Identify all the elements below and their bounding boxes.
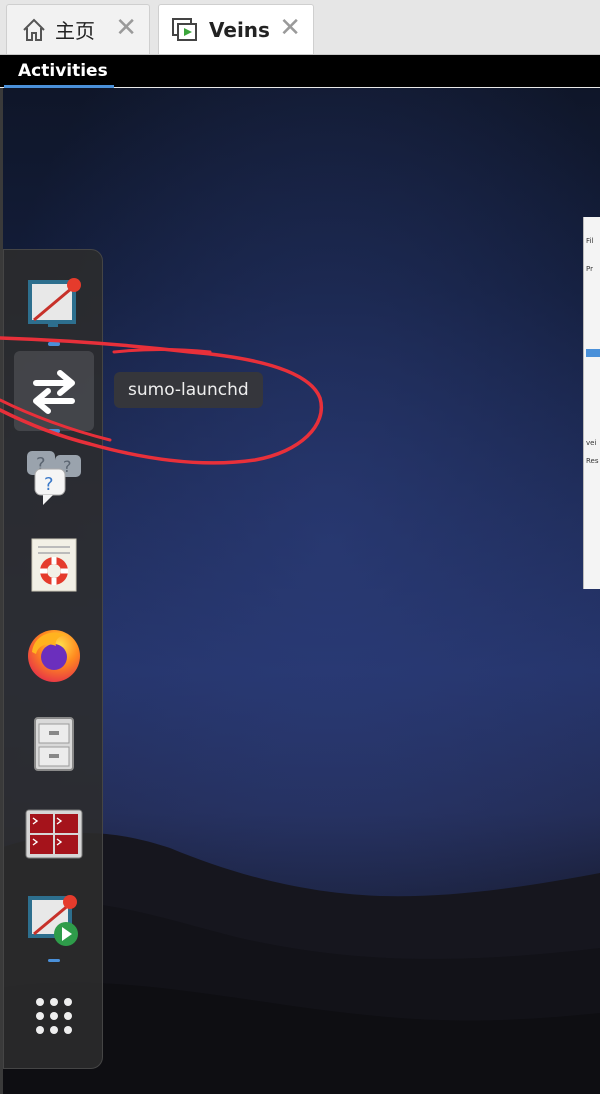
window-text-fragment: Res bbox=[586, 457, 599, 465]
dock-item-firefox[interactable] bbox=[14, 614, 94, 694]
exchange-arrows-icon bbox=[33, 370, 75, 414]
dock-item-help[interactable]: ? ? ? bbox=[14, 438, 94, 518]
close-icon[interactable]: ✕ bbox=[279, 13, 301, 43]
running-indicator bbox=[48, 342, 60, 346]
close-icon[interactable]: ✕ bbox=[115, 13, 137, 43]
home-icon bbox=[23, 18, 45, 41]
dock-item-omnet-ide[interactable] bbox=[14, 264, 94, 346]
tab-veins-label: Veins bbox=[209, 17, 270, 42]
running-indicator bbox=[48, 959, 60, 962]
dock: ? ? ? bbox=[3, 249, 103, 1069]
dock-item-terminal[interactable] bbox=[14, 794, 94, 874]
firefox-icon bbox=[28, 630, 80, 682]
dock-tooltip: sumo-launchd bbox=[114, 372, 263, 408]
dock-item-sumo-launchd[interactable] bbox=[14, 351, 94, 433]
dock-item-lifebuoy[interactable] bbox=[14, 525, 94, 605]
gnome-top-bar: Activities bbox=[0, 55, 600, 87]
window-text-fragment: Fil bbox=[586, 237, 594, 245]
app-grid-icon bbox=[36, 998, 72, 1034]
activities-button[interactable]: Activities bbox=[4, 55, 122, 87]
dock-item-omnet-run[interactable] bbox=[14, 882, 94, 962]
omnet-run-icon bbox=[28, 895, 78, 946]
omnet-ide-icon bbox=[28, 278, 81, 327]
lifebuoy-document-icon bbox=[31, 538, 77, 592]
window-text-fragment: vei bbox=[586, 439, 597, 447]
tab-home-label: 主页 bbox=[55, 19, 95, 43]
selection-stripe bbox=[586, 349, 600, 357]
file-cabinet-icon bbox=[34, 717, 74, 771]
background-window[interactable]: Fil Pr vei Res bbox=[583, 217, 600, 589]
vm-play-icon bbox=[172, 17, 197, 41]
tab-veins[interactable]: Veins ✕ bbox=[158, 4, 314, 54]
terminal-grid-icon bbox=[25, 809, 83, 859]
vm-tab-bar: 主页 ✕ Veins ✕ bbox=[0, 0, 600, 55]
help-bubbles-icon: ? ? ? bbox=[27, 451, 81, 505]
svg-text:?: ? bbox=[44, 474, 54, 495]
show-applications-button[interactable] bbox=[14, 976, 94, 1056]
tab-home[interactable]: 主页 ✕ bbox=[6, 4, 150, 54]
window-text-fragment: Pr bbox=[586, 265, 593, 273]
running-indicator bbox=[48, 429, 60, 433]
dock-item-files[interactable] bbox=[14, 704, 94, 784]
